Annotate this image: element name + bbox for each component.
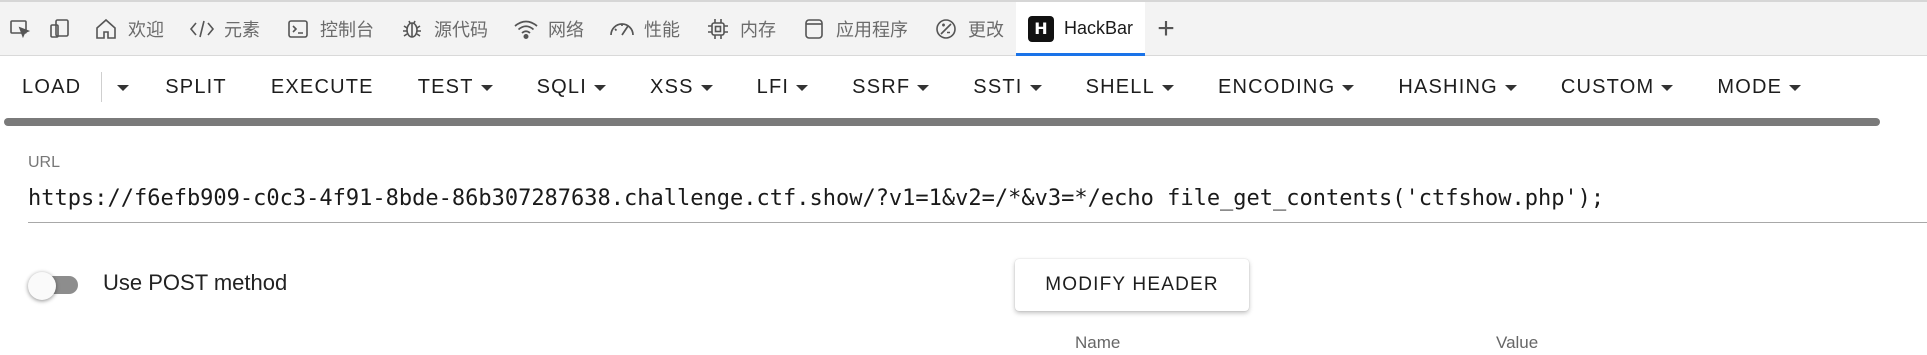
- window-icon: [800, 15, 828, 43]
- chevron-down-icon: [1342, 85, 1355, 91]
- chevron-down-icon: [700, 85, 713, 91]
- device-emulation-icon[interactable]: [40, 2, 80, 56]
- header-name-column: Name: [1075, 333, 1121, 352]
- chevron-down-icon: [594, 85, 607, 91]
- tab-label: 元素: [224, 19, 260, 40]
- ssrf-menu-button[interactable]: SSRF: [852, 75, 930, 99]
- tab-label: 性能: [644, 19, 680, 40]
- tab-label: 控制台: [320, 19, 374, 40]
- execute-button[interactable]: EXECUTE: [271, 76, 374, 99]
- encoding-menu-button[interactable]: ENCODING: [1217, 75, 1355, 99]
- tab-label: 欢迎: [128, 19, 164, 40]
- gauge-icon: [608, 15, 636, 43]
- test-menu-button[interactable]: TEST: [418, 76, 493, 99]
- ssti-menu-button[interactable]: SSTI: [973, 75, 1042, 99]
- execute-label: EXECUTE: [270, 75, 374, 98]
- tab-application[interactable]: 应用程序: [788, 2, 920, 56]
- divider: [101, 72, 103, 102]
- post-method-label: Use POST method: [103, 270, 288, 295]
- tab-label: 内存: [740, 19, 776, 40]
- tab-changes[interactable]: 更改: [920, 2, 1016, 56]
- bug-icon: [398, 15, 426, 43]
- chip-icon: [704, 15, 732, 43]
- inspect-element-icon[interactable]: [0, 2, 40, 56]
- lfi-menu-button[interactable]: LFI: [757, 76, 809, 99]
- toolbar-horizontal-scrollbar[interactable]: [4, 118, 1880, 126]
- tab-memory[interactable]: 内存: [692, 2, 788, 56]
- devtools-tab-bar: 欢迎 元素 控制台 源代码 网络 性能 内存 应用程序 更改 H HackBar…: [0, 0, 1927, 56]
- chevron-down-icon: [117, 85, 130, 91]
- chevron-down-icon: [1504, 85, 1517, 91]
- tab-network[interactable]: 网络: [500, 2, 596, 56]
- add-tab-button[interactable]: +: [1145, 2, 1187, 56]
- hackbar-toolbar: LOAD SPLIT EXECUTE TEST SQLI XSS LFI SSR…: [0, 56, 1927, 118]
- code-icon: [188, 15, 216, 43]
- tab-hackbar[interactable]: H HackBar: [1016, 1, 1146, 56]
- ssrf-label: SSRF: [852, 75, 911, 98]
- tab-elements[interactable]: 元素: [176, 2, 272, 56]
- url-input-underline: [28, 222, 1927, 223]
- url-input[interactable]: https://f6efb909-c0c3-4f91-8bde-86b30728…: [28, 183, 1927, 215]
- split-label: SPLIT: [165, 75, 227, 98]
- url-field-label: URL: [28, 154, 61, 171]
- encoding-label: ENCODING: [1217, 75, 1336, 98]
- chevron-down-icon: [796, 85, 809, 91]
- chevron-down-icon: [1029, 85, 1042, 91]
- tab-console[interactable]: 控制台: [272, 2, 386, 56]
- toggle-knob: [28, 272, 56, 300]
- tab-label: 网络: [548, 19, 584, 40]
- modify-header-button[interactable]: MODIFY HEADER: [1015, 259, 1249, 311]
- changes-icon: [932, 15, 960, 43]
- test-label: TEST: [417, 75, 474, 98]
- chevron-down-icon: [917, 85, 930, 91]
- load-button-group: LOAD: [22, 72, 130, 102]
- mode-menu-button[interactable]: MODE: [1717, 75, 1802, 99]
- hashing-label: HASHING: [1398, 75, 1498, 98]
- custom-menu-button[interactable]: CUSTOM: [1561, 76, 1674, 99]
- tab-label: 更改: [968, 19, 1004, 40]
- sqli-label: SQLI: [536, 75, 588, 98]
- console-icon: [284, 15, 312, 43]
- tab-label: HackBar: [1064, 18, 1134, 38]
- load-dropdown-button[interactable]: [110, 83, 130, 91]
- sqli-menu-button[interactable]: SQLI: [536, 75, 607, 99]
- shell-label: SHELL: [1085, 75, 1155, 98]
- wifi-icon: [512, 15, 540, 43]
- xss-menu-button[interactable]: XSS: [650, 76, 713, 99]
- chevron-down-icon: [1789, 85, 1802, 91]
- home-icon: [92, 15, 120, 43]
- chevron-down-icon: [480, 85, 493, 91]
- ssti-label: SSTI: [973, 75, 1023, 98]
- tab-label: 源代码: [434, 19, 488, 40]
- lfi-label: LFI: [756, 75, 790, 98]
- tab-welcome[interactable]: 欢迎: [80, 2, 176, 56]
- tab-label: 应用程序: [836, 19, 908, 40]
- shell-menu-button[interactable]: SHELL: [1086, 76, 1174, 99]
- load-button[interactable]: LOAD: [22, 76, 81, 99]
- mode-label: MODE: [1717, 75, 1783, 98]
- tab-sources[interactable]: 源代码: [386, 2, 500, 56]
- chevron-down-icon: [1661, 85, 1674, 91]
- tab-performance[interactable]: 性能: [596, 2, 692, 56]
- custom-label: CUSTOM: [1560, 75, 1655, 98]
- chevron-down-icon: [1161, 85, 1174, 91]
- header-value-column: Value: [1496, 333, 1539, 352]
- load-label: LOAD: [22, 75, 82, 98]
- xss-label: XSS: [650, 75, 694, 98]
- hashing-menu-button[interactable]: HASHING: [1398, 76, 1517, 99]
- post-method-toggle[interactable]: [28, 272, 84, 300]
- hackbar-logo-icon: H: [1028, 15, 1054, 42]
- split-button[interactable]: SPLIT: [165, 76, 227, 99]
